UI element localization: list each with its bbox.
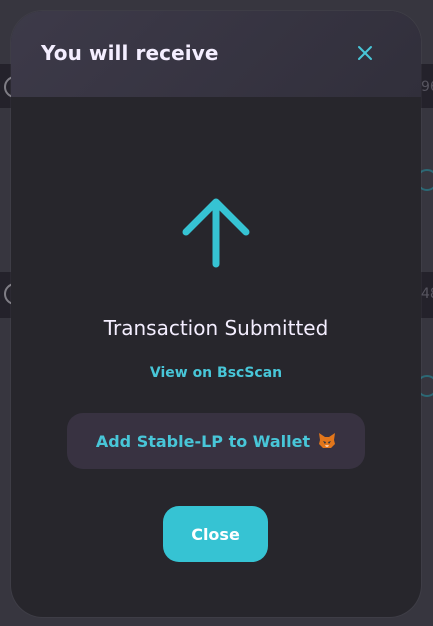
close-button-label: Close [191,524,240,544]
close-button[interactable]: Close [163,506,268,562]
modal-title: You will receive [41,41,219,65]
add-token-button-label: Add Stable-LP to Wallet [95,431,311,451]
arrow-up-icon [181,195,251,269]
modal-header: You will receive [11,11,421,97]
view-on-explorer-link[interactable]: View on BscScan [11,365,421,381]
metamask-fox-icon [318,432,336,450]
transaction-modal: You will receive Transaction Submitted V… [11,11,421,617]
close-icon[interactable] [353,41,377,65]
transaction-status-title: Transaction Submitted [103,316,329,340]
add-token-to-wallet-button[interactable]: Add Stable-LP to Wallet [67,413,365,469]
